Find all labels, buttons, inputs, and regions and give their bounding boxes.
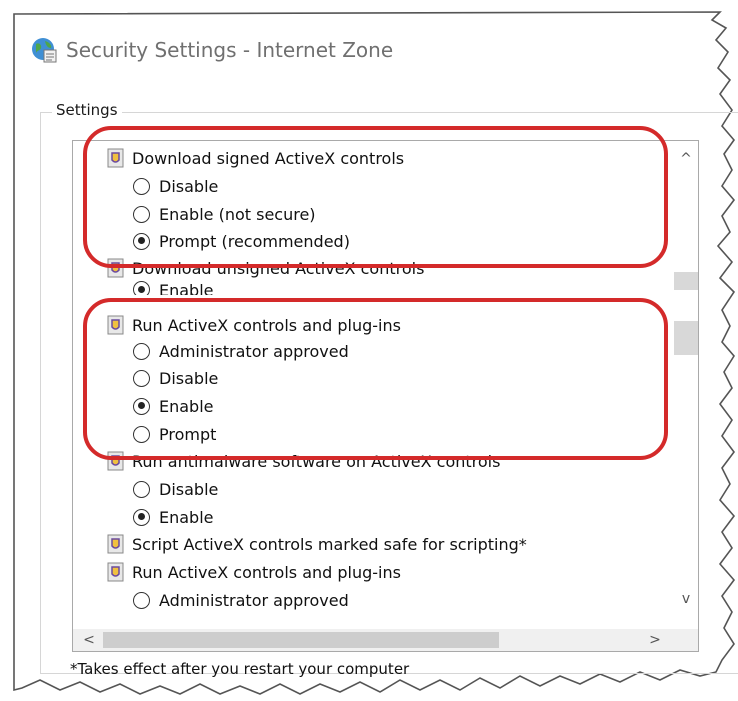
globe-icon [32,38,57,63]
setting-option[interactable]: Disable [133,475,218,503]
scroll-up-arrow-icon[interactable]: ^ [674,149,698,169]
setting-option[interactable]: Administrator approved [133,586,349,614]
radio-button[interactable] [133,425,150,443]
setting-label: Enable (not secure) [159,204,316,224]
setting-option[interactable]: Disable [133,364,218,392]
setting-category: Run antimalware software on ActiveX cont… [107,447,500,475]
radio-button-selected[interactable] [133,281,150,295]
shield-icon [107,451,124,471]
radio-button-selected[interactable] [133,397,150,415]
setting-option[interactable]: Enable [133,392,214,420]
setting-option[interactable]: Prompt (recommended) [133,227,350,255]
setting-label: Disable [159,176,219,196]
horizontal-scroll-thumb[interactable] [103,632,499,648]
setting-label: Run antimalware software on ActiveX cont… [132,451,501,471]
setting-label: Disable [159,479,219,499]
radio-button-selected[interactable] [133,232,150,250]
setting-option[interactable]: Disable [133,172,218,200]
shield-icon [107,562,124,582]
setting-label: Prompt [159,424,217,444]
setting-option[interactable]: Enable (not secure) [133,200,316,228]
radio-button[interactable] [133,177,150,195]
shield-icon [107,534,124,554]
setting-option[interactable]: Administrator approved [133,337,349,365]
setting-label: Enable [159,396,214,416]
scroll-left-arrow-icon[interactable]: < [77,629,101,651]
setting-category: Download unsigned ActiveX controls [107,254,424,282]
scroll-right-arrow-icon[interactable]: > [643,629,667,651]
settings-group-label: Settings [52,101,122,119]
setting-category: Run ActiveX controls and plug-ins [107,311,401,339]
restart-footnote: *Takes effect after you restart your com… [70,660,410,678]
shield-icon [107,315,124,335]
setting-option[interactable]: Enable [133,503,214,531]
setting-label: Enable [159,281,214,295]
shield-icon [107,148,124,168]
scroll-down-arrow-icon[interactable]: v [674,589,698,609]
vertical-scrollbar[interactable]: ^ v [674,141,698,631]
setting-category: Run ActiveX controls and plug-ins [107,558,401,586]
setting-label: Run ActiveX controls and plug-ins [132,315,401,335]
radio-button[interactable] [133,480,150,498]
horizontal-scrollbar[interactable]: < > [73,629,698,651]
radio-button[interactable] [133,591,150,609]
title-bar: Security Settings - Internet Zone [30,30,393,70]
radio-button[interactable] [133,369,150,387]
setting-label: Run ActiveX controls and plug-ins [132,562,401,582]
window-title: Security Settings - Internet Zone [66,38,394,62]
setting-label: Script ActiveX controls marked safe for … [132,534,527,554]
radio-button[interactable] [133,205,150,223]
setting-category: Script ActiveX controls marked safe for … [107,530,527,558]
shield-icon [107,258,124,278]
setting-label: Administrator approved [159,590,349,610]
setting-label: Administrator approved [159,341,349,361]
radio-button[interactable] [133,342,150,360]
setting-category: Download signed ActiveX controls [107,144,404,172]
setting-label: Disable [159,368,219,388]
setting-option[interactable]: Enable [133,281,214,295]
radio-button-selected[interactable] [133,508,150,526]
setting-label: Download unsigned ActiveX controls [132,258,425,278]
setting-label: Download signed ActiveX controls [132,148,405,168]
setting-label: Enable [159,507,214,527]
torn-screenshot-paper: Security Settings - Internet Zone Settin… [0,0,738,701]
settings-list[interactable]: Download signed ActiveX controls Disable E… [72,140,699,652]
setting-option[interactable]: Prompt [133,420,216,448]
setting-label: Prompt (recommended) [159,231,350,251]
